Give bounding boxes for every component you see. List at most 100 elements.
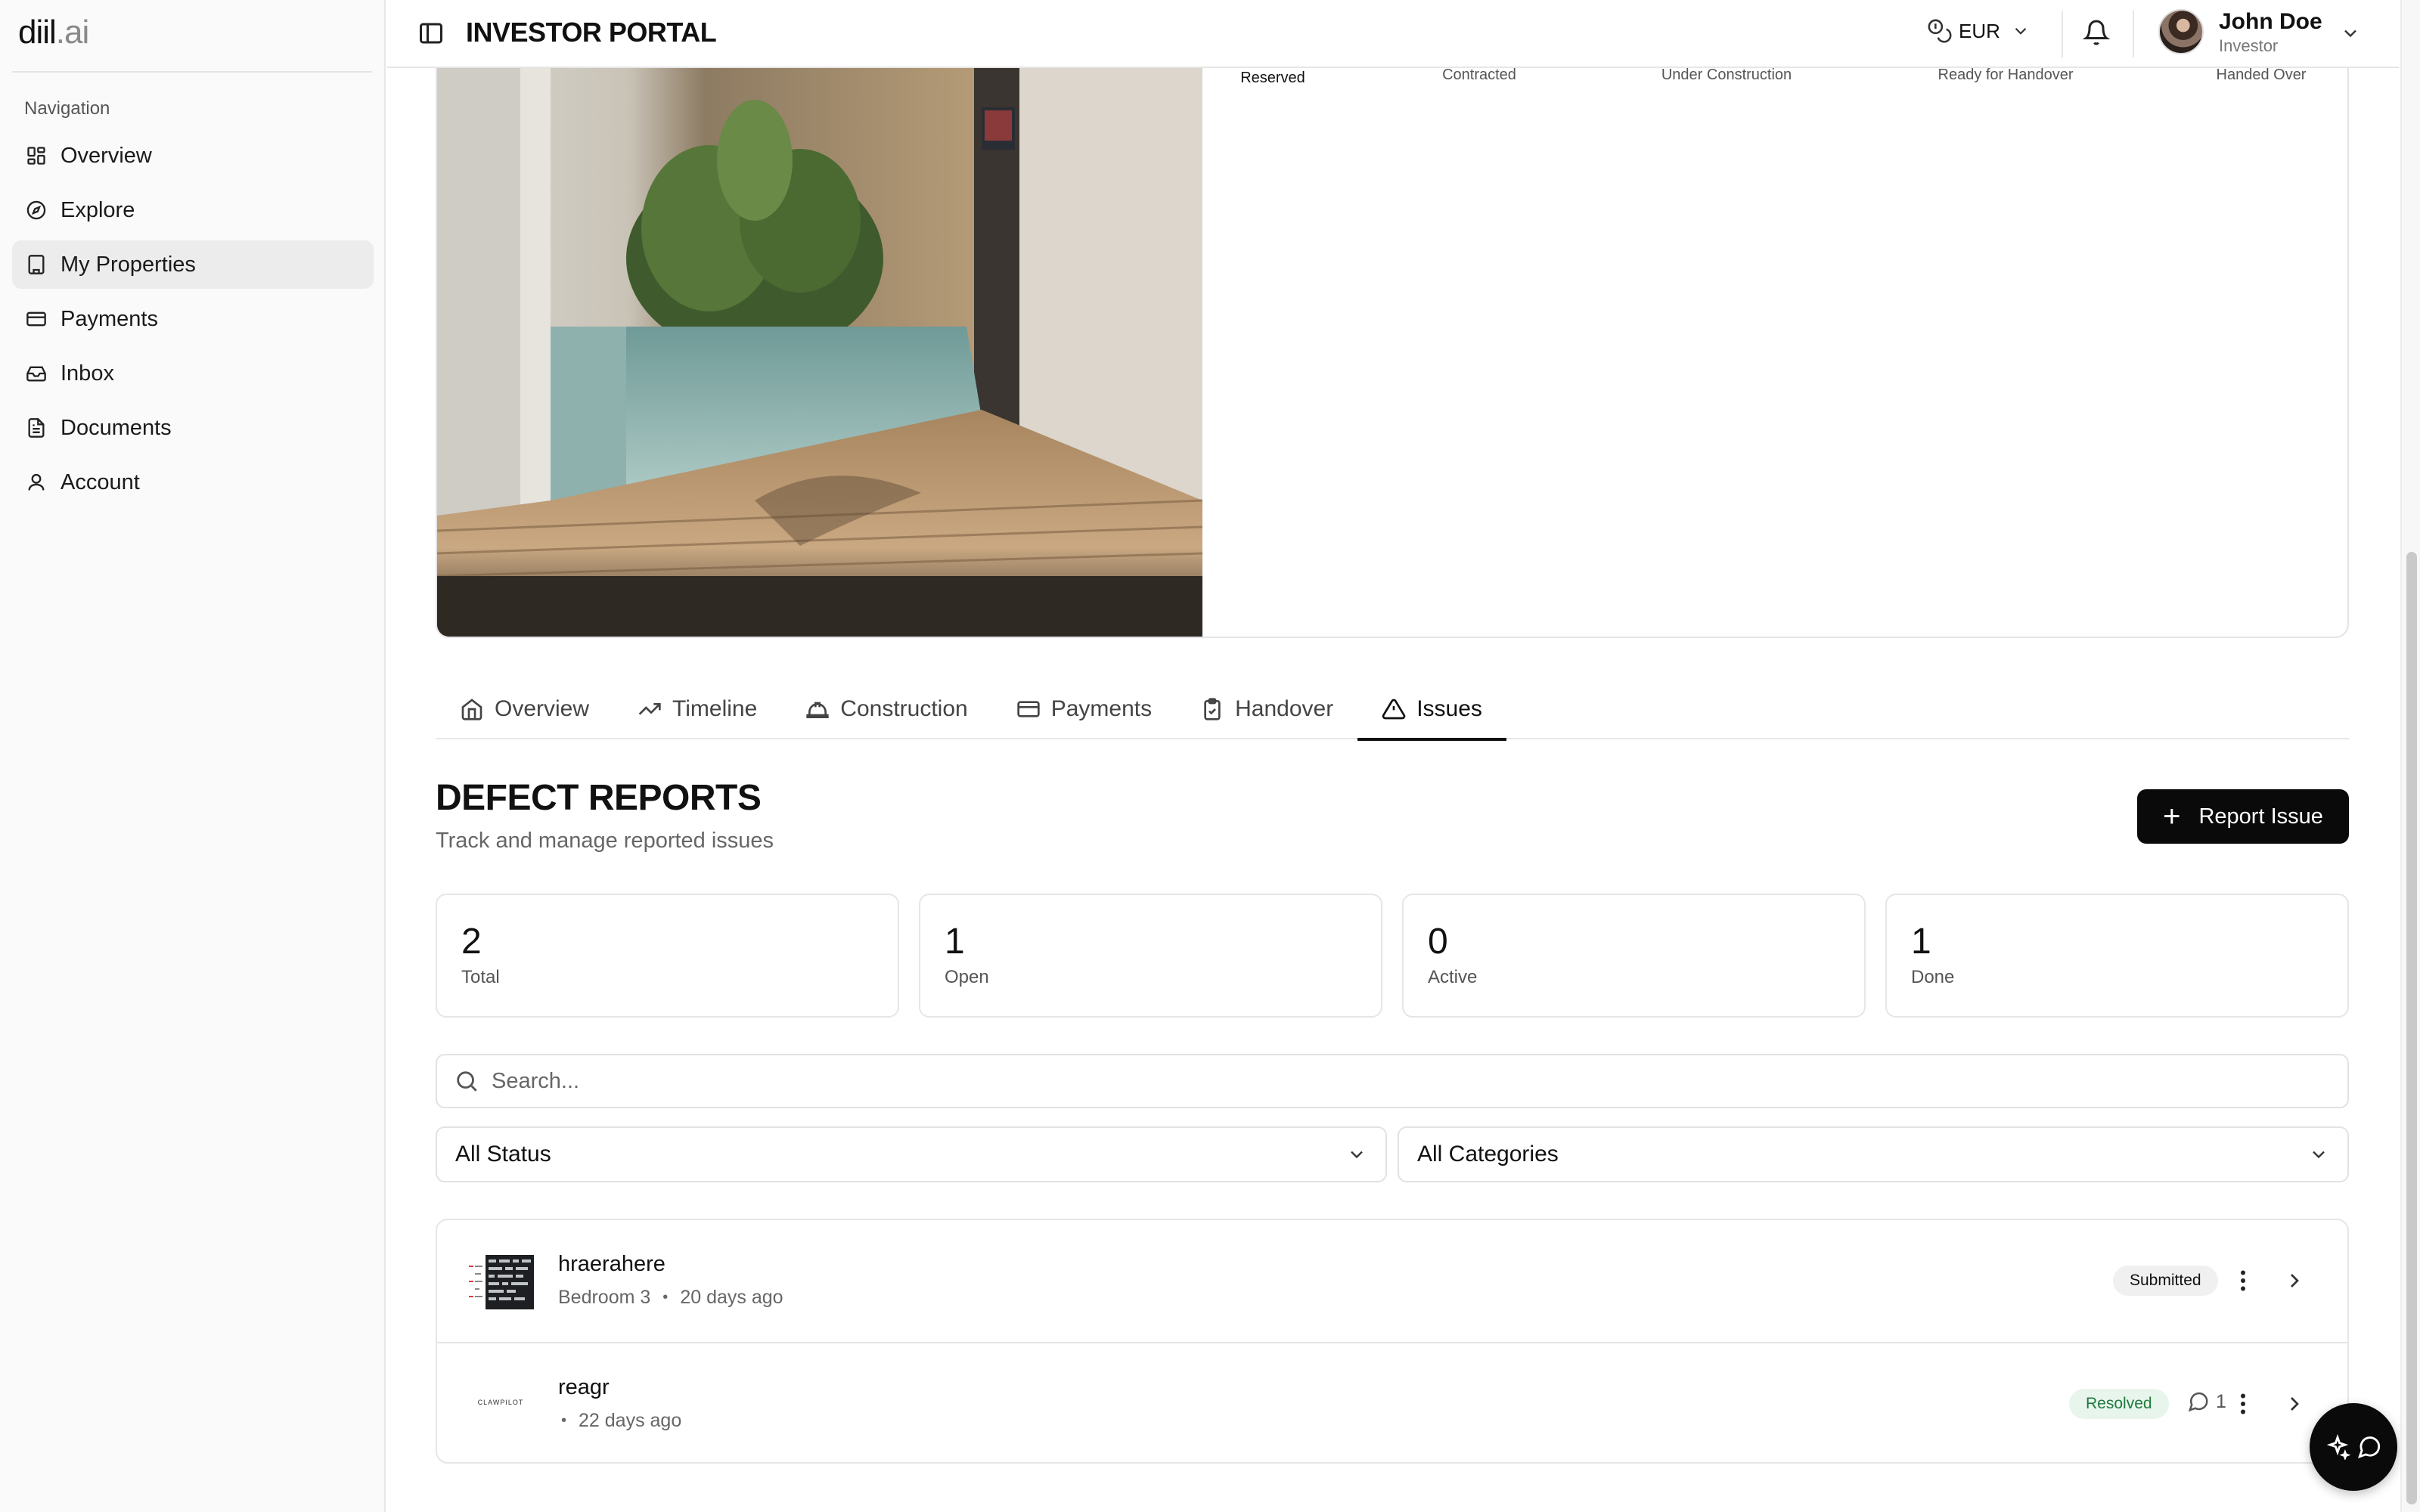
inbox-icon (24, 361, 48, 386)
chevron-right-icon[interactable] (2282, 1269, 2307, 1293)
step-label: Ready for Handover (1938, 67, 2074, 83)
section-subtitle: Track and manage reported issues (436, 829, 774, 853)
sidebar-item-label: Overview (60, 143, 152, 168)
chevron-right-icon[interactable] (2282, 1392, 2307, 1416)
stat-value: 2 (461, 922, 482, 962)
tab-payments[interactable]: Payments (992, 679, 1176, 739)
search-box (436, 1054, 2349, 1108)
sidebar-item-overview[interactable]: Overview (12, 132, 374, 180)
issue-thumbnail (464, 1243, 537, 1315)
message-circle-icon (2188, 1392, 2208, 1412)
status-filter-select[interactable]: All Status (436, 1126, 1387, 1182)
property-image (437, 0, 1202, 637)
issues-list: hraerahere Bedroom 3 • 20 days ago Submi… (436, 1219, 2349, 1464)
home-icon (460, 697, 484, 721)
sidebar: diil.ai Navigation Overview Explore My P… (0, 0, 386, 1512)
page-title: INVESTOR PORTAL (466, 17, 717, 48)
category-filter-select[interactable]: All Categories (1398, 1126, 2349, 1182)
user-name[interactable]: John Doe (2219, 9, 2322, 35)
scrollbar[interactable] (2400, 0, 2420, 1512)
trending-up-icon (638, 697, 662, 721)
thumbnail-logo-text: CLAWPILOT (477, 1399, 524, 1406)
sidebar-item-payments[interactable]: Payments (12, 295, 374, 343)
step-label: Reserved (1240, 70, 1305, 86)
category-filter-value: All Categories (1417, 1142, 1559, 1167)
tab-label: Overview (495, 696, 590, 721)
hard-hat-icon (805, 697, 830, 721)
report-issue-button[interactable]: + Report Issue (2137, 789, 2349, 844)
tab-overview[interactable]: Overview (436, 679, 613, 739)
user-icon (24, 470, 48, 494)
tab-timeline[interactable]: Timeline (613, 679, 781, 739)
sidebar-item-label: Inbox (60, 361, 114, 386)
section-title: DEFECT REPORTS (436, 778, 762, 818)
currency-selector[interactable]: EUR (1927, 18, 2031, 44)
tab-construction[interactable]: Construction (781, 679, 991, 739)
plus-icon: + (2163, 800, 2181, 833)
step-label: Handed Over (2216, 67, 2307, 83)
sidebar-item-inbox[interactable]: Inbox (12, 349, 374, 398)
issue-time: 20 days ago (680, 1287, 783, 1308)
credit-card-icon (1016, 697, 1041, 721)
divider (2133, 11, 2134, 57)
search-input[interactable] (492, 1068, 2231, 1094)
user-role: Investor (2219, 36, 2279, 55)
status-filter-value: All Status (455, 1142, 551, 1167)
issue-time: 22 days ago (579, 1410, 682, 1431)
separator-dot: • (561, 1412, 567, 1429)
sidebar-item-account[interactable]: Account (12, 458, 374, 507)
comment-count-value: 1 (2216, 1390, 2226, 1412)
search-icon (454, 1068, 479, 1094)
alert-triangle-icon (1382, 697, 1406, 721)
sidebar-item-explore[interactable]: Explore (12, 186, 374, 234)
report-issue-label: Report Issue (2198, 804, 2323, 829)
comment-count[interactable]: 1 (2187, 1390, 2226, 1413)
property-card: 1 Reserved 2 Contracted 3 Under Construc… (436, 0, 2349, 638)
stat-value: 1 (1911, 922, 1931, 962)
chevron-down-icon (2011, 21, 2031, 41)
stat-value: 0 (1428, 922, 1448, 962)
list-item[interactable]: CLAWPILOT reagr • 22 days ago Resolved 1 (437, 1342, 2347, 1462)
stat-open: 1 Open (919, 894, 1382, 1018)
separator-dot: • (662, 1289, 669, 1306)
step-label: Under Construction (1661, 67, 1792, 83)
issue-title: hraerahere (558, 1252, 666, 1276)
nav-heading: Navigation (24, 98, 110, 119)
tab-label: Handover (1235, 696, 1334, 721)
list-item[interactable]: hraerahere Bedroom 3 • 20 days ago Submi… (437, 1220, 2347, 1342)
brand-logo[interactable]: diil.ai (18, 14, 89, 51)
tab-handover[interactable]: Handover (1176, 679, 1357, 739)
sidebar-item-my-properties[interactable]: My Properties (12, 240, 374, 289)
currency-value: EUR (1959, 19, 2000, 42)
tab-label: Construction (840, 696, 968, 721)
stat-label: Active (1428, 967, 1478, 987)
more-vertical-icon[interactable] (2229, 1390, 2257, 1418)
chevron-down-icon[interactable] (2340, 23, 2361, 44)
sidebar-item-label: Payments (60, 306, 158, 331)
tab-label: Payments (1050, 696, 1153, 721)
issue-meta: • 22 days ago (558, 1410, 681, 1432)
sidebar-item-documents[interactable]: Documents (12, 404, 374, 452)
chevron-down-icon (1346, 1144, 1367, 1165)
compass-icon (24, 198, 48, 222)
issue-title: reagr (558, 1375, 610, 1399)
status-badge: Submitted (2113, 1266, 2218, 1296)
stats-row: 2 Total 1 Open 0 Active 1 Done (436, 894, 2349, 1018)
notification-bell-icon[interactable] (2082, 18, 2111, 47)
top-header: INVESTOR PORTAL EUR John Doe Investor (387, 0, 2399, 68)
scrollbar-thumb[interactable] (2406, 552, 2417, 1504)
tab-label: Timeline (672, 696, 758, 721)
tab-issues[interactable]: Issues (1357, 679, 1506, 741)
building-icon (24, 253, 48, 277)
avatar[interactable] (2158, 9, 2204, 54)
sidebar-item-label: Documents (60, 415, 172, 440)
sidebar-toggle-icon[interactable] (417, 20, 445, 47)
more-vertical-icon[interactable] (2229, 1267, 2257, 1294)
message-circle-icon (2357, 1436, 2381, 1459)
issue-meta: Bedroom 3 • 20 days ago (558, 1287, 783, 1309)
sidebar-nav: Overview Explore My Properties Payments … (12, 132, 374, 513)
chevron-down-icon (2308, 1144, 2329, 1165)
ai-chat-button[interactable] (2310, 1403, 2397, 1491)
clipboard-check-icon (1200, 697, 1224, 721)
property-tabs: Overview Timeline Construction Payments … (436, 679, 2349, 741)
